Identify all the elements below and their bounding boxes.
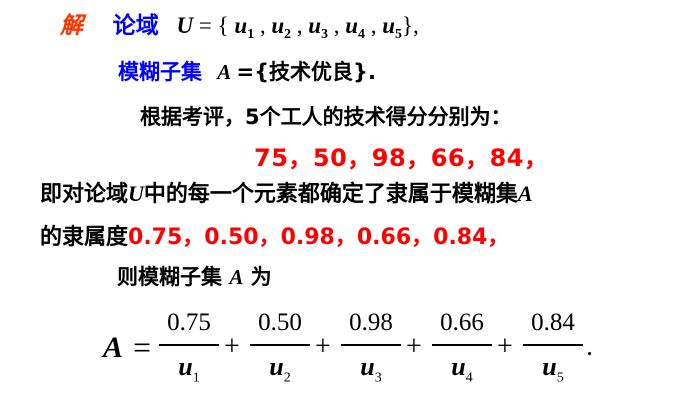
- fraction-numerator: 0.66: [440, 309, 484, 336]
- fraction-denominator: u5: [542, 352, 564, 386]
- fraction-denominator: u2: [269, 352, 291, 386]
- fuzzy-set-symbol-inline: A: [517, 181, 533, 206]
- fuzzy-set-definition: ={技术优良}.: [236, 60, 376, 84]
- fraction-bar: [159, 344, 219, 346]
- separator: ,: [328, 13, 346, 38]
- universe-symbol-inline: U: [128, 181, 144, 206]
- membership-values: 0.75，0.50，0.98，0.66，0.84，: [128, 225, 510, 250]
- fraction-term-5: 0.84 u5: [523, 308, 583, 393]
- result-post: 为: [243, 265, 272, 289]
- formula-period: .: [586, 331, 593, 362]
- formula-equals: =: [133, 329, 152, 365]
- membership-mid: 中的每一个元素都确定了隶属于模糊集: [143, 182, 518, 207]
- fraction-denominator: u1: [178, 352, 200, 386]
- fraction-denominator: u4: [451, 352, 473, 386]
- fuzzy-subset-line: 模糊子集 A ={技术优良}.: [118, 56, 376, 86]
- fuzzy-set-symbol-result: A: [229, 265, 244, 289]
- separator: ,: [291, 13, 309, 38]
- plus-sign: +: [315, 331, 331, 362]
- fraction-term-2: 0.50 u2: [250, 308, 310, 393]
- fraction-denominator: u3: [360, 352, 382, 386]
- plus-sign: +: [224, 331, 240, 362]
- fraction-bar: [432, 344, 492, 346]
- fuzzy-set-symbol: A: [217, 60, 232, 84]
- membership-pre: 即对论域: [40, 182, 129, 207]
- fraction-term-1: 0.75 u1: [159, 308, 219, 393]
- separator: ,: [254, 13, 272, 38]
- fraction-term-3: 0.98 u3: [341, 308, 401, 393]
- set-open: = {: [198, 13, 229, 38]
- solution-label: 解: [60, 13, 83, 39]
- element-u4: u4: [345, 13, 365, 41]
- fraction-numerator: 0.98: [349, 309, 393, 336]
- membership-intro-line: 即对论域U中的每一个元素都确定了隶属于模糊集A: [40, 176, 533, 208]
- score-intro-line: 根据考评，5个工人的技术得分分别为：: [140, 105, 512, 129]
- fraction-numerator: 0.84: [531, 309, 575, 336]
- universe-label: 论域: [112, 13, 159, 39]
- plus-sign: +: [497, 331, 513, 362]
- fraction-term-4: 0.66 u4: [432, 308, 492, 393]
- element-u5: u5: [382, 13, 402, 41]
- plus-sign: +: [406, 331, 422, 362]
- set-close: },: [401, 13, 419, 38]
- scores-line: 75，50，98，66，84，: [254, 144, 549, 172]
- fraction-numerator: 0.75: [167, 309, 211, 336]
- formula-lhs: A: [103, 331, 124, 364]
- element-u2: u2: [271, 13, 292, 41]
- fraction-numerator: 0.50: [258, 309, 302, 336]
- fraction-bar: [341, 344, 401, 346]
- universe-symbol: U: [176, 13, 194, 38]
- result-intro-line: 则模糊子集 A 为: [117, 261, 272, 291]
- element-u3: u3: [308, 13, 328, 41]
- element-u1: u1: [234, 13, 255, 41]
- membership-degree-label: 的隶属度: [40, 225, 129, 250]
- universe-line: 解 论域 U = { u1 , u2 , u3 , u4 , u5},: [60, 6, 419, 42]
- membership-degree-line: 的隶属度0.75，0.50，0.98，0.66，0.84，: [40, 219, 509, 251]
- fraction-bar: [523, 344, 583, 346]
- separator: ,: [364, 13, 383, 38]
- result-pre: 则模糊子集: [117, 265, 230, 289]
- fraction-bar: [250, 344, 310, 346]
- fuzzy-subset-label: 模糊子集: [118, 60, 202, 84]
